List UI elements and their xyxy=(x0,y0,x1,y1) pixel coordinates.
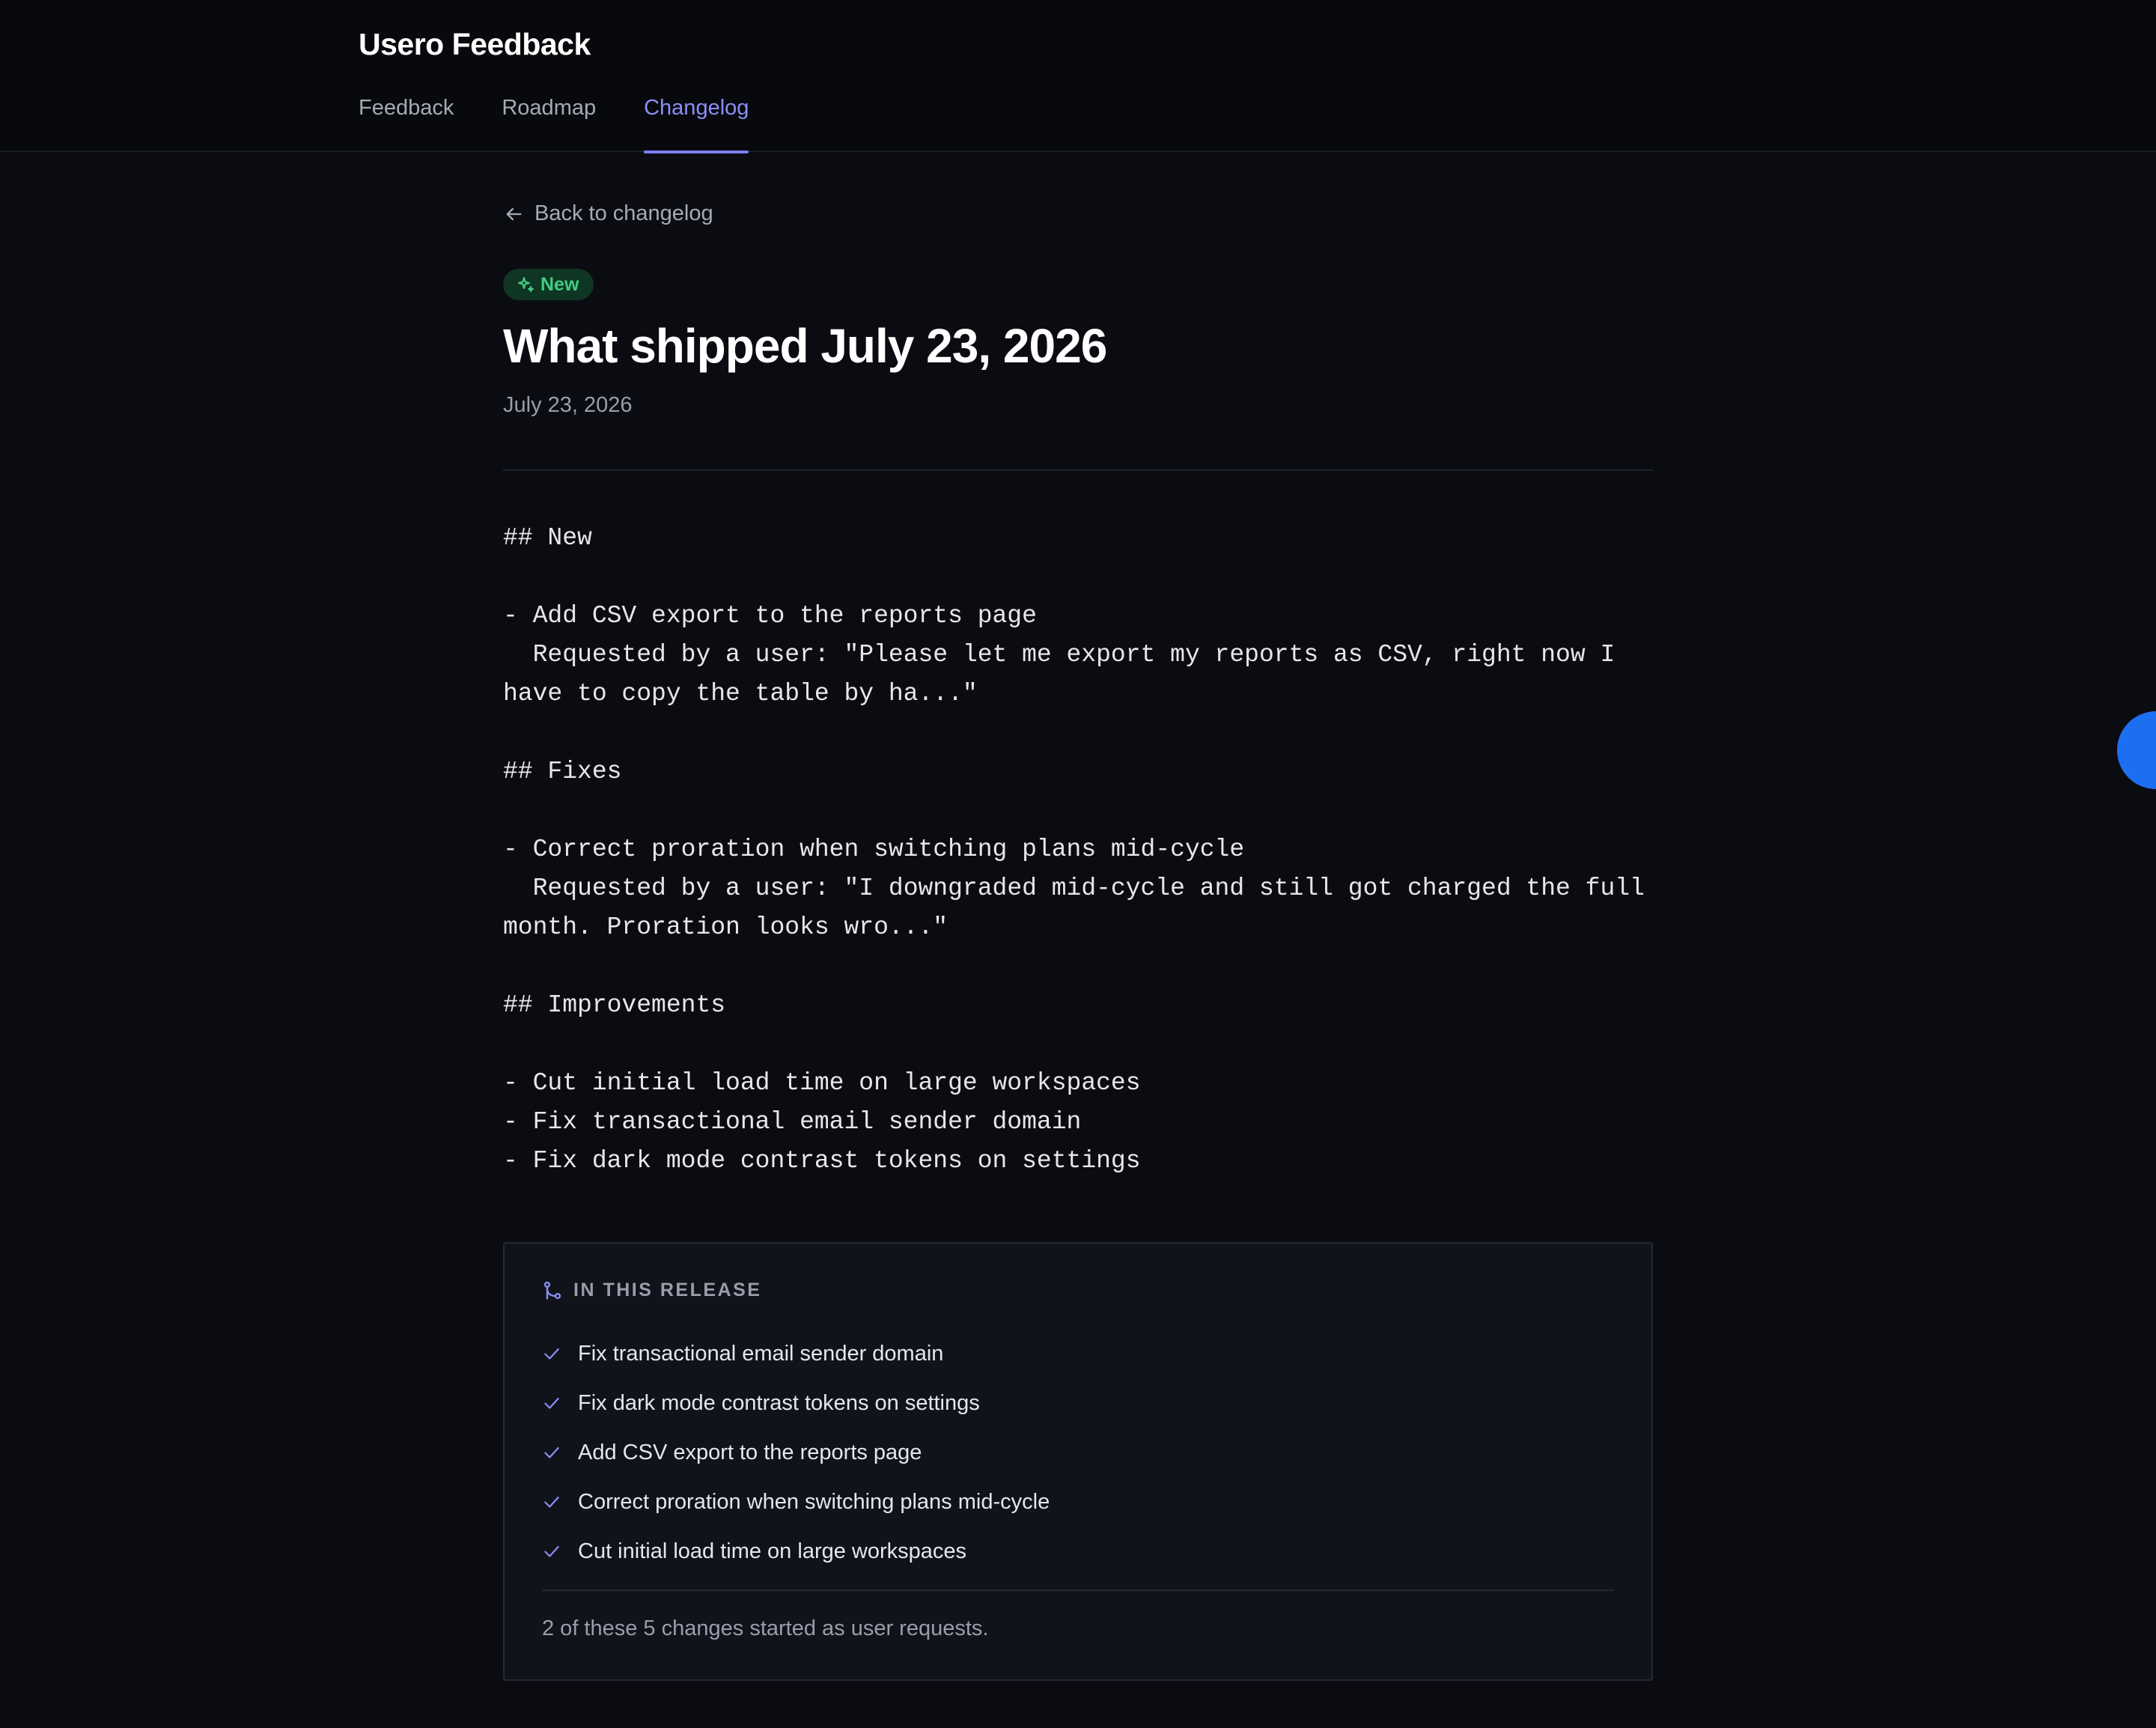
entry-body: ## New - Add CSV export to the reports p… xyxy=(503,524,1645,1175)
list-item-label: Cut initial load time on large workspace… xyxy=(578,1539,967,1563)
app-title[interactable]: Usero Feedback xyxy=(359,27,591,62)
badge-label: New xyxy=(540,273,579,295)
release-card-header: IN THIS RELEASE xyxy=(542,1280,761,1301)
list-item: Cut initial load time on large workspace… xyxy=(542,1527,1050,1576)
status-badge: New xyxy=(503,269,594,300)
tab-changelog[interactable]: Changelog xyxy=(644,96,749,153)
check-icon xyxy=(544,1397,559,1409)
list-item-label: Add CSV export to the reports page xyxy=(578,1440,922,1464)
feedback-widget-button[interactable] xyxy=(2117,711,2156,789)
check-icon xyxy=(544,1496,559,1508)
check-icon xyxy=(544,1348,559,1360)
release-footer-note: 2 of these 5 changes started as user req… xyxy=(542,1616,989,1640)
list-item: Fix dark mode contrast tokens on setting… xyxy=(542,1378,1050,1428)
top-bar: Usero Feedback Feedback Roadmap Changelo… xyxy=(0,0,2156,153)
list-item-label: Fix transactional email sender domain xyxy=(578,1341,944,1366)
tab-roadmap[interactable]: Roadmap xyxy=(502,96,596,152)
git-merge-icon xyxy=(543,1281,561,1300)
release-card-title: IN THIS RELEASE xyxy=(573,1280,762,1300)
card-divider xyxy=(542,1589,1614,1591)
list-item-label: Correct proration when switching plans m… xyxy=(578,1489,1050,1514)
check-icon xyxy=(544,1446,559,1458)
release-summary-card: IN THIS RELEASE Fix transactional email … xyxy=(503,1242,1653,1681)
list-item-label: Fix dark mode contrast tokens on setting… xyxy=(578,1390,980,1415)
tab-feedback[interactable]: Feedback xyxy=(359,96,454,152)
sparkles-icon xyxy=(518,277,534,292)
back-link-label: Back to changelog xyxy=(535,201,713,225)
entry-date: July 23, 2026 xyxy=(503,393,633,417)
release-change-list: Fix transactional email sender domain Fi… xyxy=(542,1329,1050,1576)
arrow-left-icon xyxy=(506,207,522,220)
list-item: Add CSV export to the reports page xyxy=(542,1428,1050,1477)
main-nav: Feedback Roadmap Changelog xyxy=(359,96,749,153)
page-title: What shipped July 23, 2026 xyxy=(503,319,1107,373)
list-item: Fix transactional email sender domain xyxy=(542,1329,1050,1378)
divider xyxy=(503,469,1653,471)
back-to-changelog-link[interactable]: Back to changelog xyxy=(503,201,713,226)
list-item: Correct proration when switching plans m… xyxy=(542,1477,1050,1527)
check-icon xyxy=(544,1545,559,1557)
